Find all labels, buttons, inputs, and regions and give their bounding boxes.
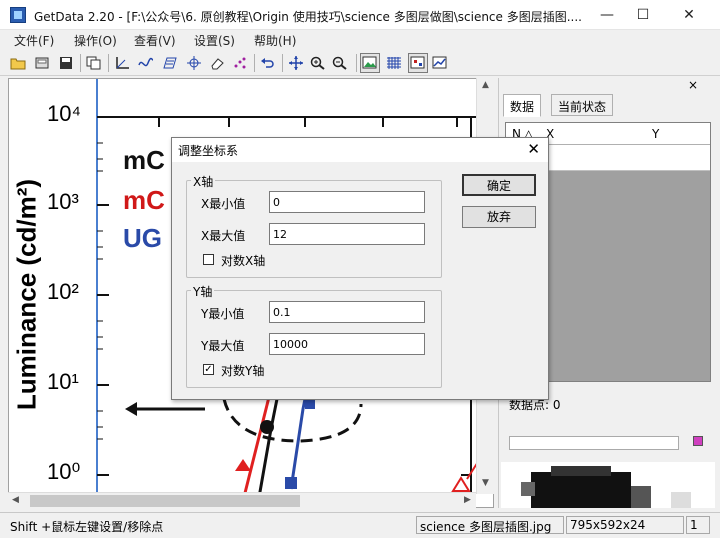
scroll-up-icon[interactable]: ▲ — [482, 80, 489, 90]
move-icon[interactable] — [286, 53, 306, 73]
menu-bar: 文件(F) 操作(O) 查看(V) 设置(S) 帮助(H) — [0, 30, 720, 50]
status-bar: Shift +鼠标左键设置/移除点 science 多图层插图.jpg 795x… — [0, 512, 720, 538]
close-button[interactable]: ✕ — [666, 0, 712, 30]
points-view-icon[interactable] — [408, 53, 428, 73]
maximize-button[interactable]: ☐ — [620, 0, 666, 30]
status-hint: Shift +鼠标左键设置/移除点 — [10, 520, 164, 534]
tab-current-state[interactable]: 当前状态 — [551, 94, 614, 116]
y-tick-label: 10⁰ — [47, 459, 81, 484]
menu-settings[interactable]: 设置(S) — [194, 32, 235, 49]
y-tick-label: 10⁴ — [47, 101, 81, 126]
y-log-checkbox[interactable]: ✓ — [203, 364, 214, 375]
y-max-label: Y最大值 — [201, 339, 245, 353]
scroll-right-icon[interactable]: ▶ — [464, 495, 471, 505]
column-header-y[interactable]: Y — [652, 127, 659, 141]
window-title: GetData 2.20 - [F:\公众号\6. 原创教程\Origin 使用… — [34, 10, 582, 24]
preview-thumbnail — [501, 462, 715, 508]
zoom-out-icon[interactable] — [330, 53, 350, 73]
y-axis-group-label: Y轴 — [191, 283, 215, 300]
scan-icon[interactable] — [32, 53, 52, 73]
y-min-label: Y最小值 — [201, 307, 245, 321]
y-tick-label: 10² — [47, 279, 79, 304]
x-min-label: X最小值 — [201, 197, 246, 211]
horizontal-scrollbar[interactable]: ◀ ▶ — [8, 492, 476, 508]
x-min-field[interactable] — [269, 191, 425, 213]
horizontal-scroll-thumb[interactable] — [30, 495, 300, 507]
axis-icon[interactable] — [112, 53, 132, 73]
dialog-close-icon[interactable]: ✕ — [527, 140, 540, 158]
y-tick-label: 10³ — [47, 189, 79, 214]
tab-data[interactable]: 数据 — [503, 94, 542, 117]
y-axis-label: Luminance (cd/m²) — [11, 178, 42, 411]
x-log-label: 对数X轴 — [221, 254, 266, 268]
panel-close-icon[interactable]: × — [688, 78, 698, 92]
menu-help[interactable]: 帮助(H) — [254, 32, 296, 49]
x-log-checkbox[interactable] — [203, 254, 214, 265]
menu-view[interactable]: 查看(V) — [134, 32, 176, 49]
axis-settings-dialog: 调整坐标系 ✕ X轴 X最小值 X最大值 对数X轴 Y轴 Y最小值 Y最大值 ✓… — [171, 137, 549, 400]
image-view-icon[interactable] — [360, 53, 380, 73]
save-icon[interactable] — [56, 53, 76, 73]
x-axis-group-label: X轴 — [191, 173, 216, 190]
toolbar-separator — [80, 54, 81, 72]
toolbar-separator — [254, 54, 255, 72]
toolbar-separator — [356, 54, 357, 72]
series-dropdown[interactable] — [509, 436, 679, 450]
grid-view-icon[interactable] — [384, 53, 404, 73]
status-filename: science 多图层插图.jpg — [416, 516, 564, 534]
app-icon — [10, 7, 26, 23]
menu-file[interactable]: 文件(F) — [14, 32, 54, 49]
dialog-title: 调整坐标系 — [178, 144, 239, 158]
x-max-field[interactable] — [269, 223, 425, 245]
toolbar-separator — [108, 54, 109, 72]
x-max-label: X最大值 — [201, 229, 246, 243]
series-color-swatch[interactable] — [693, 436, 703, 446]
open-folder-icon[interactable] — [8, 53, 28, 73]
status-page: 1 — [686, 516, 710, 534]
eraser-icon[interactable] — [208, 53, 228, 73]
scroll-left-icon[interactable]: ◀ — [12, 495, 19, 505]
copy-icon[interactable] — [84, 53, 104, 73]
line-digitize-icon[interactable] — [136, 53, 156, 73]
area-digitize-icon[interactable] — [160, 53, 180, 73]
y-tick-label: 10¹ — [47, 369, 79, 394]
x-axis-group: X轴 X最小值 X最大值 对数X轴 — [186, 173, 442, 278]
cancel-button[interactable]: 放弃 — [462, 206, 536, 228]
graph-view-icon[interactable] — [430, 53, 450, 73]
status-dimensions: 795x592x24 — [566, 516, 684, 534]
points-icon[interactable] — [230, 53, 250, 73]
y-axis-group: Y轴 Y最小值 Y最大值 ✓ 对数Y轴 — [186, 283, 442, 388]
toolbar — [0, 50, 720, 76]
menu-operate[interactable]: 操作(O) — [74, 32, 117, 49]
ok-button[interactable]: 确定 — [462, 174, 536, 196]
point-capture-icon[interactable] — [184, 53, 204, 73]
scroll-down-icon[interactable]: ▼ — [482, 478, 489, 488]
y-min-field[interactable] — [269, 301, 425, 323]
toolbar-separator — [282, 54, 283, 72]
dialog-title-bar: 调整坐标系 ✕ — [172, 138, 548, 162]
title-bar: GetData 2.20 - [F:\公众号\6. 原创教程\Origin 使用… — [0, 0, 720, 30]
y-log-label: 对数Y轴 — [221, 364, 265, 378]
undo-icon[interactable] — [258, 53, 278, 73]
legend-entry: mC — [123, 185, 165, 215]
zoom-in-icon[interactable] — [308, 53, 328, 73]
legend-entry: UG — [123, 223, 162, 253]
legend-entry: mC — [123, 145, 165, 175]
y-max-field[interactable] — [269, 333, 425, 355]
